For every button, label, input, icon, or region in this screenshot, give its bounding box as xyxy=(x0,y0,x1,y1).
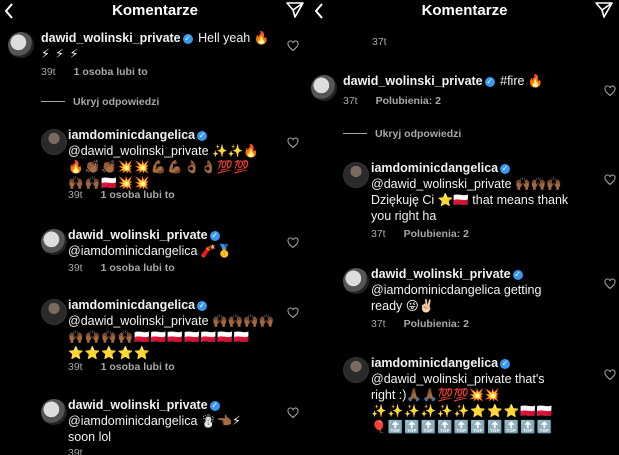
hide-replies-toggle[interactable]: Ukryj odpowiedzi xyxy=(41,96,159,108)
comment-text: @dawid_wolinski_private ✨✨🔥 xyxy=(68,144,259,158)
comment-emoji: 🙌🏾🙌🏾🙌🏾🙌🏾🇵🇱🇵🇱🇵🇱🇵🇱🇵🇱🇵🇱🇵🇱 xyxy=(68,330,251,344)
avatar[interactable] xyxy=(311,75,337,101)
comment-text: soon lol xyxy=(68,430,112,444)
comment-time: 37t xyxy=(371,318,386,330)
verified-icon: ✓ xyxy=(197,301,208,311)
like-heart-icon[interactable] xyxy=(287,407,299,419)
verified-icon: ✓ xyxy=(512,270,523,280)
send-icon[interactable] xyxy=(286,2,304,18)
likes-count[interactable]: 1 osoba lubi to xyxy=(101,189,175,201)
comments-panel-left: Komentarze dawid_wolinski_private ✓ Hell … xyxy=(0,0,310,455)
avatar[interactable] xyxy=(41,299,67,325)
avatar[interactable] xyxy=(41,129,67,155)
page-title: Komentarze xyxy=(421,2,508,19)
comment-text: Dziękuję Ci ⭐🇵🇱 that means thank xyxy=(371,193,569,207)
page-title: Komentarze xyxy=(112,2,198,19)
comment-emoji: 🔥👏🏾👏🏾💥💥💪🏾💪🏾👌🏾👌🏾💯💯 xyxy=(68,160,251,174)
verified-icon: ✓ xyxy=(500,164,511,174)
like-heart-icon[interactable] xyxy=(287,307,299,319)
likes-count[interactable]: 1 osoba lubi to xyxy=(74,66,148,78)
avatar[interactable] xyxy=(343,162,369,188)
divider xyxy=(343,133,367,134)
avatar[interactable] xyxy=(41,229,67,255)
comment-username[interactable]: dawid_wolinski_private xyxy=(68,228,208,242)
hide-replies-toggle[interactable]: Ukryj odpowiedzi xyxy=(343,128,461,140)
comment-text: @iamdominicdangelica ☃️👈🏾⚡ xyxy=(68,414,241,428)
send-icon[interactable] xyxy=(595,2,613,18)
comment-emoji: ⭐⭐⭐⭐⭐ xyxy=(68,346,151,360)
verified-icon: ✓ xyxy=(209,401,220,411)
comment-username[interactable]: dawid_wolinski_private xyxy=(68,398,208,412)
comment-username[interactable]: iamdominicdangelica xyxy=(371,161,498,175)
comment-text: right :)🙏🏾🙏🏾💯💯💥💥 xyxy=(371,388,500,402)
comment-time: 37t xyxy=(371,228,386,240)
comment-emoji: ⚡ ⚡ ⚡ xyxy=(41,47,80,61)
comment-time: 39t xyxy=(68,361,83,373)
comment-time: 39t xyxy=(68,189,83,201)
verified-icon: ✓ xyxy=(209,231,220,241)
header: Komentarze xyxy=(0,0,310,22)
comment-username[interactable]: iamdominicdangelica xyxy=(68,298,195,312)
like-heart-icon[interactable] xyxy=(604,85,616,97)
comment-username[interactable]: iamdominicdangelica xyxy=(68,128,195,142)
verified-icon: ✓ xyxy=(197,131,208,141)
comment-text: #fire 🔥 xyxy=(500,74,544,88)
comment-emoji: 🎈🔝🔝🔝🔝🔝🔝🔝🔝🔝🔝 xyxy=(371,420,554,434)
comment-text: @iamdominicdangelica getting xyxy=(371,283,542,297)
comment-username[interactable]: dawid_wolinski_private xyxy=(371,267,511,281)
comment-username[interactable]: iamdominicdangelica xyxy=(371,356,498,370)
likes-count[interactable]: 1 osoba lubi to xyxy=(101,361,175,373)
header: Komentarze xyxy=(310,0,619,22)
like-heart-icon[interactable] xyxy=(287,40,299,52)
comments-panel-right: Komentarze 37t dawid_wolinski_private ✓ #… xyxy=(310,0,619,455)
likes-count[interactable]: 1 osoba lubi to xyxy=(101,262,175,274)
comment-time: 37t xyxy=(372,36,387,48)
like-heart-icon[interactable] xyxy=(287,237,299,249)
avatar[interactable] xyxy=(343,268,369,294)
comment-text: @dawid_wolinski_private that's xyxy=(371,372,545,386)
comment-username[interactable]: dawid_wolinski_private xyxy=(343,74,483,88)
like-heart-icon[interactable] xyxy=(604,369,616,381)
comment-emoji: 🙌🏾🙌🏾🇵🇱💥💥 xyxy=(68,176,151,190)
comment-text: ready 😜✌🏻 xyxy=(371,299,435,313)
avatar[interactable] xyxy=(8,32,34,58)
comment-time: 39t xyxy=(68,447,83,455)
comment-text: @dawid_wolinski_private 🙌🏾🙌🏾🙌🏾 xyxy=(371,177,562,191)
avatar[interactable] xyxy=(41,399,67,425)
divider xyxy=(41,101,65,102)
verified-icon: ✓ xyxy=(500,359,511,369)
comment-time: 37t xyxy=(343,95,358,107)
like-heart-icon[interactable] xyxy=(604,278,616,290)
like-heart-icon[interactable] xyxy=(604,174,616,186)
avatar[interactable] xyxy=(343,357,369,383)
likes-count[interactable]: Polubienia: 2 xyxy=(404,228,469,240)
verified-icon: ✓ xyxy=(484,77,495,87)
like-heart-icon[interactable] xyxy=(287,137,299,149)
comment-time: 39t xyxy=(41,66,56,78)
comment-emoji: ✨✨✨✨✨✨⭐⭐⭐🇵🇱🇵🇱 xyxy=(371,404,554,418)
comment-text: @iamdominicdangelica 🧨🥇 xyxy=(68,244,233,258)
comment-time: 39t xyxy=(68,262,83,274)
comment-text: Hell yeah 🔥 xyxy=(198,31,270,45)
comment-username[interactable]: dawid_wolinski_private xyxy=(41,31,181,45)
likes-count[interactable]: Polubienia: 2 xyxy=(376,95,441,107)
comment-text: you right ha xyxy=(371,209,437,223)
verified-icon: ✓ xyxy=(182,34,193,44)
likes-count[interactable]: Polubienia: 2 xyxy=(404,318,469,330)
comment-text: @dawid_wolinski_private 🙌🏾🙌🏾🙌🏾🙌🏾 xyxy=(68,314,275,328)
